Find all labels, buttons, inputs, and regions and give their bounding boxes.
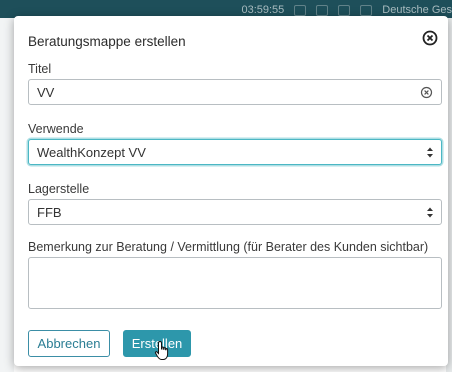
cancel-button[interactable]: Abbrechen: [28, 330, 110, 357]
verwende-value: WealthKonzept VV: [37, 145, 146, 160]
bemerkung-textarea[interactable]: [28, 257, 442, 309]
dialog-title: Beratungsmappe erstellen: [28, 34, 186, 49]
verwende-label: Verwende: [28, 122, 84, 136]
clear-input-icon[interactable]: [420, 86, 433, 99]
status-time: 03:59:55: [241, 4, 285, 16]
close-icon[interactable]: [420, 28, 440, 48]
create-advisory-folder-dialog: Beratungsmappe erstellen Titel VV Verwen…: [14, 16, 448, 366]
status-icon: [338, 4, 351, 16]
background-status-area: 03:59:55 Deutsche Ges: [241, 3, 452, 17]
select-arrows-icon: [427, 207, 433, 218]
titel-value: VV: [37, 85, 55, 100]
status-icon: [294, 4, 307, 16]
status-icon: [360, 4, 373, 16]
select-arrows-icon: [427, 147, 433, 158]
status-org-text: Deutsche Ges: [382, 4, 452, 16]
lagerstelle-value: FFB: [37, 205, 62, 220]
titel-label: Titel: [28, 62, 52, 76]
status-icon: [316, 4, 329, 16]
create-button[interactable]: Erstellen: [123, 330, 191, 357]
titel-input[interactable]: VV: [28, 79, 442, 105]
bemerkung-label: Bemerkung zur Beratung / Vermittlung (fü…: [28, 240, 429, 254]
lagerstelle-label: Lagerstelle: [28, 182, 90, 196]
background-page: [0, 18, 14, 372]
lagerstelle-select[interactable]: FFB: [28, 199, 442, 225]
verwende-select[interactable]: WealthKonzept VV: [28, 139, 442, 165]
